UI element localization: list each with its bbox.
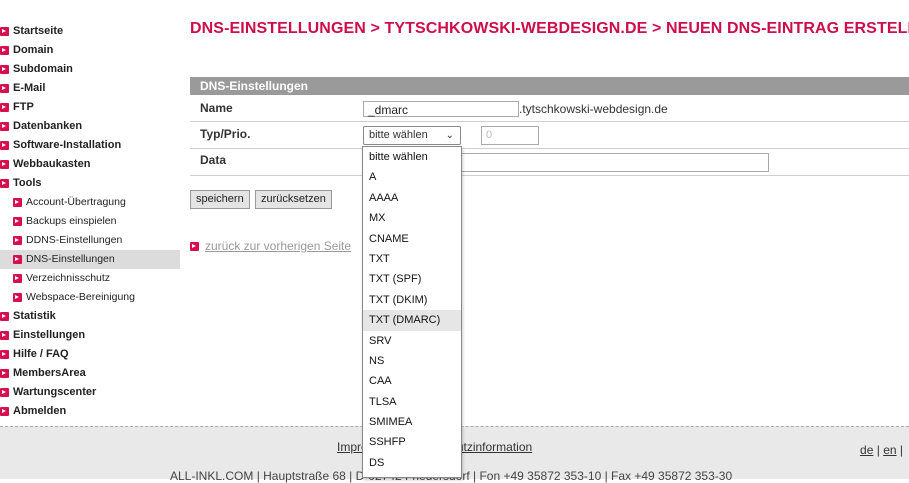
arrow-bullet-icon — [0, 103, 9, 112]
sidebar-item-backups-einspielen[interactable]: Backups einspielen — [0, 212, 180, 231]
arrow-bullet-icon — [0, 407, 9, 416]
arrow-bullet-icon — [0, 369, 9, 378]
type-select-value: bitte wählen — [369, 129, 428, 141]
sidebar-item-datenbanken[interactable]: Datenbanken — [0, 117, 180, 136]
dropdown-option[interactable]: SSHFP — [363, 432, 461, 452]
arrow-bullet-icon — [13, 217, 22, 226]
back-link-text: zurück zur vorherigen Seite — [205, 239, 352, 253]
type-label: Typ/Prio. — [200, 127, 251, 141]
arrow-bullet-icon — [0, 46, 9, 55]
dropdown-option[interactable]: SMIMEA — [363, 412, 461, 432]
data-label: Data — [200, 153, 227, 167]
back-link[interactable]: zurück zur vorherigen Seite — [190, 239, 351, 253]
arrow-bullet-icon — [0, 65, 9, 74]
arrow-bullet-icon — [0, 122, 9, 131]
sidebar-item-account-uebertragung[interactable]: Account-Übertragung — [0, 193, 180, 212]
dropdown-option[interactable]: bitte wählen — [363, 147, 461, 167]
sidebar-item-startseite[interactable]: Startseite — [0, 22, 180, 41]
sidebar-item-dns-einstellungen[interactable]: DNS-Einstellungen — [0, 250, 180, 269]
name-label: Name — [200, 101, 233, 115]
dropdown-option[interactable]: TXT (SPF) — [363, 269, 461, 289]
reset-button[interactable]: zurücksetzen — [255, 190, 332, 209]
arrow-bullet-icon — [13, 255, 22, 264]
arrow-bullet-icon — [0, 141, 9, 150]
type-dropdown-list: bitte wählen A AAAA MX CNAME TXT TXT (SPF) TXT … — [362, 146, 462, 478]
arrow-bullet-icon — [0, 179, 9, 188]
sidebar-item-hilfe-faq[interactable]: Hilfe / FAQ — [0, 345, 180, 364]
arrow-bullet-icon — [0, 84, 9, 93]
section-header: DNS-Einstellungen — [190, 77, 909, 95]
arrow-bullet-icon — [0, 27, 9, 36]
dropdown-option[interactable]: NS — [363, 351, 461, 371]
arrow-bullet-icon — [0, 160, 9, 169]
sidebar-item-statistik[interactable]: Statistik — [0, 307, 180, 326]
dropdown-option[interactable]: DS — [363, 453, 461, 473]
arrow-bullet-icon — [13, 236, 22, 245]
sidebar-item-einstellungen[interactable]: Einstellungen — [0, 326, 180, 345]
sidebar-item-membersarea[interactable]: MembersArea — [0, 364, 180, 383]
arrow-bullet-icon — [13, 293, 22, 302]
sidebar-item-webbaukasten[interactable]: Webbaukasten — [0, 155, 180, 174]
lang-de-link[interactable]: de — [860, 443, 873, 457]
lang-en-link[interactable]: en — [883, 443, 896, 457]
sidebar-item-abmelden[interactable]: Abmelden — [0, 402, 180, 421]
sidebar-item-tools[interactable]: Tools — [0, 174, 180, 193]
dropdown-option[interactable]: A — [363, 167, 461, 187]
sidebar-item-domain[interactable]: Domain — [0, 41, 180, 60]
dropdown-option[interactable]: CAA — [363, 371, 461, 391]
section-title: DNS-Einstellungen — [200, 79, 309, 93]
sidebar-item-subdomain[interactable]: Subdomain — [0, 60, 180, 79]
arrow-bullet-icon — [0, 331, 9, 340]
save-button[interactable]: speichern — [190, 190, 250, 209]
dropdown-option[interactable]: AAAA — [363, 188, 461, 208]
name-input[interactable]: _dmarc — [363, 101, 519, 117]
sidebar-nav: Startseite Domain Subdomain E-Mail FTP D… — [0, 22, 180, 421]
arrow-bullet-icon — [13, 274, 22, 283]
arrow-bullet-icon — [0, 312, 9, 321]
dropdown-option[interactable]: TXT (DKIM) — [363, 290, 461, 310]
dropdown-option[interactable]: TXT — [363, 249, 461, 269]
sidebar-item-verzeichnisschutz[interactable]: Verzeichnisschutz — [0, 269, 180, 288]
type-select[interactable]: bitte wählen ⌄ — [363, 126, 461, 145]
chevron-down-icon: ⌄ — [445, 130, 454, 141]
type-row: Typ/Prio. — [190, 122, 909, 149]
sidebar-item-email[interactable]: E-Mail — [0, 79, 180, 98]
sidebar-item-wartungscenter[interactable]: Wartungscenter — [0, 383, 180, 402]
domain-suffix: .tytschkowski-webdesign.de — [519, 102, 668, 116]
sidebar-item-webspace-bereinigung[interactable]: Webspace-Bereinigung — [0, 288, 180, 307]
dropdown-option[interactable]: TLSA — [363, 392, 461, 412]
dropdown-option[interactable]: CNAME — [363, 229, 461, 249]
arrow-bullet-icon — [190, 242, 199, 251]
arrow-bullet-icon — [0, 388, 9, 397]
page-title: DNS-EINSTELLUNGEN > TYTSCHKOWSKI-WEBDESI… — [190, 20, 909, 37]
arrow-bullet-icon — [0, 350, 9, 359]
dropdown-option[interactable]: SRV — [363, 331, 461, 351]
sidebar-item-ftp[interactable]: FTP — [0, 98, 180, 117]
language-switcher: de | en | — [860, 443, 903, 457]
priority-input[interactable]: 0 — [481, 126, 539, 145]
arrow-bullet-icon — [13, 198, 22, 207]
sidebar-item-ddns-einstellungen[interactable]: DDNS-Einstellungen — [0, 231, 180, 250]
dropdown-option[interactable]: MX — [363, 208, 461, 228]
sidebar-item-software-installation[interactable]: Software-Installation — [0, 136, 180, 155]
dropdown-option[interactable]: TXT (DMARC) — [363, 310, 461, 331]
